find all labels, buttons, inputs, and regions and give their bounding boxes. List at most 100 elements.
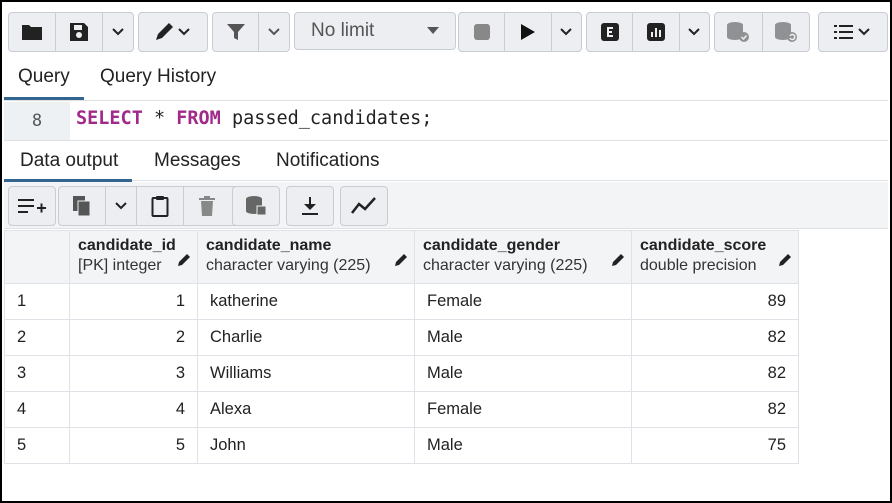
column-header-candidate-id[interactable]: candidate_id [PK] integer	[69, 230, 198, 284]
row-limit-select[interactable]: No limit	[294, 12, 456, 50]
sql-code-line[interactable]: SELECT * FROM passed_candidates;	[76, 108, 432, 129]
rollback-button[interactable]	[763, 13, 810, 51]
explain-analyze-button[interactable]	[633, 13, 680, 51]
explain-icon	[600, 23, 619, 41]
column-type: character varying (225)	[423, 257, 588, 274]
save-file-button[interactable]	[56, 13, 103, 51]
cell-candidate-name[interactable]: Charlie	[197, 319, 415, 356]
row-number[interactable]: 2	[4, 319, 70, 356]
cell-candidate-id[interactable]: 4	[69, 391, 198, 428]
delete-button[interactable]	[184, 187, 230, 225]
output-tabs: Data output Messages Notifications	[3, 142, 888, 182]
folder-icon	[22, 25, 42, 40]
save-options-dropdown[interactable]	[103, 13, 133, 51]
commit-button[interactable]	[715, 13, 763, 51]
row-number[interactable]: 4	[4, 391, 70, 428]
tab-data-output[interactable]: Data output	[3, 150, 133, 182]
download-icon	[302, 197, 318, 215]
cell-candidate-id[interactable]: 5	[69, 427, 198, 464]
transaction-group	[714, 12, 810, 52]
row-number[interactable]: 5	[4, 427, 70, 464]
cell-candidate-score[interactable]: 89	[631, 283, 799, 320]
macros-button[interactable]	[819, 13, 887, 51]
save-data-group	[232, 186, 280, 226]
cell-candidate-id[interactable]: 2	[69, 319, 198, 356]
query-tool-window: No limit Query Query History 8 SELECT * …	[0, 0, 892, 503]
cell-candidate-score[interactable]: 82	[631, 355, 799, 392]
table-row[interactable]: 5 5 John Male 75	[4, 427, 799, 464]
cell-candidate-id[interactable]: 1	[69, 283, 198, 320]
header-row: candidate_id [PK] integer candidate_name…	[4, 230, 799, 284]
add-row-button[interactable]	[9, 187, 55, 225]
sql-editor[interactable]: 8 SELECT * FROM passed_candidates;	[4, 102, 888, 141]
execute-button[interactable]	[505, 13, 552, 51]
copy-icon	[73, 196, 91, 217]
save-data-changes-button[interactable]	[233, 187, 279, 225]
column-header-candidate-gender[interactable]: candidate_gender character varying (225)	[414, 230, 632, 284]
query-tabs: Query Query History	[4, 58, 888, 101]
pencil-icon	[178, 254, 190, 266]
column-type: double precision	[640, 257, 757, 274]
cell-candidate-gender[interactable]: Female	[414, 283, 632, 320]
cell-candidate-gender[interactable]: Female	[414, 391, 632, 428]
copy-options-dropdown[interactable]	[106, 187, 137, 225]
column-header-candidate-name[interactable]: candidate_name character varying (225)	[197, 230, 415, 284]
cell-candidate-score[interactable]: 75	[631, 427, 799, 464]
main-toolbar: No limit	[6, 6, 888, 54]
chevron-down-icon	[115, 202, 127, 210]
pencil-icon	[779, 254, 791, 266]
download-button[interactable]	[287, 187, 333, 225]
column-type: character varying (225)	[206, 257, 371, 274]
cell-candidate-score[interactable]: 82	[631, 391, 799, 428]
row-number[interactable]: 1	[4, 283, 70, 320]
cell-candidate-gender[interactable]: Male	[414, 355, 632, 392]
chevron-down-icon	[112, 28, 124, 36]
play-icon	[520, 24, 535, 40]
database-check-icon	[727, 22, 750, 42]
tab-query-history[interactable]: Query History	[100, 66, 216, 88]
file-group	[8, 12, 134, 52]
pencil-icon	[612, 254, 624, 266]
add-row-group	[8, 186, 56, 226]
column-header-candidate-score[interactable]: candidate_score double precision	[631, 230, 799, 284]
filter-button[interactable]	[213, 13, 260, 51]
graph-group	[340, 186, 388, 226]
filter-options-dropdown[interactable]	[259, 13, 289, 51]
list-icon	[834, 25, 870, 39]
cell-candidate-gender[interactable]: Male	[414, 319, 632, 356]
tab-query[interactable]: Query	[4, 66, 84, 100]
explain-button[interactable]	[587, 13, 634, 51]
pencil-icon	[156, 23, 190, 40]
chevron-down-icon	[560, 28, 572, 36]
table-row[interactable]: 4 4 Alexa Female 82	[4, 391, 799, 428]
cell-candidate-gender[interactable]: Male	[414, 427, 632, 464]
line-chart-icon	[351, 197, 376, 214]
paste-button[interactable]	[137, 187, 184, 225]
row-number[interactable]: 3	[4, 355, 70, 392]
edit-group	[138, 12, 208, 52]
cell-candidate-score[interactable]: 82	[631, 319, 799, 356]
execute-options-dropdown[interactable]	[552, 13, 582, 51]
result-grid: candidate_id [PK] integer candidate_name…	[4, 230, 799, 464]
cell-candidate-id[interactable]: 3	[69, 355, 198, 392]
sql-table-name: passed_candidates;	[220, 108, 433, 129]
open-file-button[interactable]	[9, 13, 56, 51]
column-name: candidate_gender	[423, 237, 560, 254]
cell-candidate-name[interactable]: John	[197, 427, 415, 464]
clipboard-icon	[151, 196, 169, 217]
cell-candidate-name[interactable]: katherine	[197, 283, 415, 320]
macros-group	[818, 12, 888, 52]
edit-button[interactable]	[139, 13, 207, 51]
cell-candidate-name[interactable]: Williams	[197, 355, 415, 392]
table-row[interactable]: 3 3 Williams Male 82	[4, 355, 799, 392]
tab-notifications[interactable]: Notifications	[276, 150, 380, 172]
tab-messages[interactable]: Messages	[154, 150, 241, 172]
cell-candidate-name[interactable]: Alexa	[197, 391, 415, 428]
explain-options-dropdown[interactable]	[680, 13, 710, 51]
copy-button[interactable]	[59, 187, 106, 225]
graph-visualiser-button[interactable]	[341, 187, 387, 225]
table-row[interactable]: 1 1 katherine Female 89	[4, 283, 799, 320]
stop-button[interactable]	[459, 13, 506, 51]
filter-group	[212, 12, 290, 52]
table-row[interactable]: 2 2 Charlie Male 82	[4, 319, 799, 356]
